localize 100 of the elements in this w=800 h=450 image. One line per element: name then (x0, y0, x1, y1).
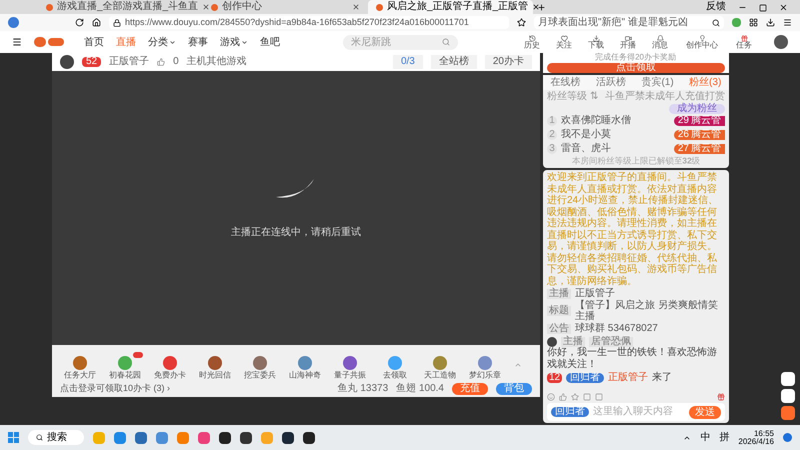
new-tab-icon[interactable] (537, 3, 546, 12)
fan-name: 雷音、虎斗 (561, 143, 612, 155)
tab-title: 游戏直播_全部游戏直播_斗鱼直 (57, 2, 198, 12)
nav-link[interactable]: 首页 (84, 34, 104, 50)
bookmark-icon[interactable] (517, 18, 526, 27)
address-bar[interactable]: https://www.douyu.com/284550?dyshid=a9b84a-16f653ab5f270f23f24a016b00011701 (109, 16, 509, 29)
gift-item[interactable]: 时光回信 (195, 355, 235, 381)
nav-action[interactable]: 历史 (524, 34, 540, 50)
gift-item[interactable]: 量子共振 (330, 355, 370, 381)
download-icon[interactable] (766, 18, 775, 27)
gift-item[interactable]: 挖宝委兵 (240, 355, 280, 381)
rank-button[interactable]: 全站榜 (430, 55, 477, 69)
rank-tab[interactable]: 贵宾(1) (641, 76, 674, 88)
info-label: 公告 (547, 324, 571, 334)
app-icon[interactable] (240, 432, 252, 444)
menu-icon[interactable] (12, 37, 22, 47)
browser-tab[interactable]: 创作中心 (203, 0, 368, 14)
level-badge: 12 (547, 373, 562, 383)
url-text: https://www.douyu.com/284550?dyshid=a9b84a-16f653ab5f270f23f24a016b00011701 (125, 18, 469, 27)
extension-icon[interactable] (732, 18, 741, 27)
reload-icon[interactable] (75, 18, 84, 27)
card-button[interactable]: 20办卡 (484, 55, 532, 69)
home-icon[interactable] (92, 18, 101, 27)
chat-user-name: 居管恐佩 (589, 337, 633, 347)
nav-link[interactable]: 赛事 (188, 34, 208, 50)
room-notice: 欢迎来到正版管子的直播间。斗鱼严禁未成年人直播或打赏。依法对直播内容进行24小时巡查，禁止传播封建迷信、吸烟酗酒、低俗色情、赌博诈骗等任何违法违规内容。请理性消费，如主播在直播时以不正当方式诱导打赏、私下交易，请谨慎判断，以防人身财产损失。请勿轻信各类招聘征婚、代练代抽、私下交易、购买礼包码、游戏币等广告信息，谨防网络诈骗。 (547, 172, 720, 287)
nav-action[interactable]: 开播 (620, 34, 636, 50)
caret-icon (241, 38, 248, 46)
gift-label: 去领取 (383, 372, 407, 380)
notification-icon[interactable] (783, 433, 792, 442)
fan-name: 欢喜佛陀睡水僧 (561, 115, 632, 127)
gift-item[interactable]: 梦幻乐章 (465, 355, 505, 381)
rank-number: 2 (547, 130, 557, 140)
gift-item[interactable]: 去领取 (375, 355, 415, 381)
promo-text: 完成任务得20办卡奖励 (596, 54, 676, 62)
ime-indicator[interactable]: 中 (700, 432, 710, 442)
grid-icon[interactable] (749, 18, 758, 27)
ime-indicator[interactable]: 拼 (719, 432, 730, 442)
info-value: 球球群 534678027 (575, 323, 659, 334)
gift-label: 量子共振 (334, 372, 366, 380)
douyu-logo[interactable] (34, 37, 64, 47)
status-badge: 回归者 (566, 373, 604, 383)
close-icon[interactable] (202, 3, 210, 11)
nav-action[interactable]: 消息 (652, 34, 668, 50)
fish-fin-balance: 鱼翅 100.4 (396, 384, 444, 394)
gift-item[interactable]: 任务大厅 (60, 355, 100, 381)
info-value: 【管子】风启之旅 另类爽般情笑主播 (575, 300, 719, 322)
nav-action[interactable]: 关注 (556, 34, 572, 50)
side-button[interactable] (781, 389, 795, 403)
streamer-name: 正版管子 (109, 57, 150, 67)
fish-ball-balance: 鱼丸 13373 (338, 384, 388, 394)
rank-count: 0/3 (392, 55, 423, 69)
search-icon[interactable] (712, 18, 720, 26)
thumbs-up-icon[interactable] (559, 393, 567, 401)
profile-icon[interactable] (8, 17, 19, 28)
close-icon[interactable] (352, 3, 360, 11)
gift-label: 免费办卡 (154, 372, 186, 380)
gift-label: 时光回信 (199, 372, 231, 380)
close-icon[interactable] (532, 3, 540, 11)
search-hint: 月球表面出现"新疤" 谁是罪魁元凶 (538, 18, 689, 28)
follow-icon (560, 34, 568, 42)
side-button[interactable] (781, 372, 795, 386)
video-player[interactable]: 主播正在连线中，请稍后重试 (52, 71, 540, 345)
nav-action[interactable]: 创作中心 (686, 34, 718, 50)
rank-tab[interactable]: 活跃榜 (596, 76, 626, 88)
chat-message: 来了 (652, 373, 672, 383)
site-favicon-icon (46, 4, 53, 10)
app-icon[interactable] (303, 432, 315, 444)
live-icon (624, 34, 632, 42)
chat-user-name: 正版管子 (608, 373, 648, 383)
avatar-icon[interactable] (774, 35, 788, 49)
rank-tab[interactable]: 在线榜 (550, 76, 581, 88)
nav-link[interactable]: 游戏 (220, 34, 248, 50)
close-icon[interactable] (779, 3, 788, 12)
browser-tab[interactable]: 游戏直播_全部游戏直播_斗鱼直 (38, 0, 203, 14)
nav-action[interactable]: 任务 (736, 34, 752, 50)
browser-search-field[interactable]: 月球表面出现"新疤" 谁是罪魁元凶 (534, 16, 724, 29)
nav-link[interactable]: 分类 (148, 34, 176, 50)
menu-icon[interactable] (783, 18, 792, 27)
category-link[interactable]: 主机其他游戏 (186, 57, 247, 67)
gift-item[interactable]: 山海神奇 (285, 355, 325, 381)
nav-action[interactable]: 下载 (588, 34, 604, 50)
taskbar-search[interactable]: 搜索 (28, 430, 84, 445)
windows-icon[interactable] (8, 432, 19, 443)
gift-item[interactable]: 免费办卡 (150, 355, 190, 381)
info-label: 主播 (547, 288, 571, 298)
gift-item[interactable]: 初春花园 (105, 355, 145, 381)
site-search-input[interactable]: 米尼新跳 (351, 34, 442, 50)
app-icon[interactable] (282, 432, 294, 444)
site-search-field[interactable]: 米尼新跳 (343, 34, 458, 50)
app-icon[interactable] (219, 432, 231, 444)
history-icon (528, 34, 536, 42)
minor-notice: 斗鱼严禁未成年人充值打赏 (605, 90, 725, 102)
gift-icon[interactable] (717, 393, 725, 401)
nav-link[interactable]: 鱼吧 (260, 34, 280, 50)
maximize-icon[interactable] (759, 4, 767, 12)
gift-item[interactable]: 天工造物 (420, 355, 460, 381)
role-badge: 主播 (561, 337, 585, 347)
feedback-link[interactable]: 反馈 (706, 2, 726, 12)
login-reward-link[interactable]: 点击登录可领取10办卡 (3) › (60, 384, 170, 394)
